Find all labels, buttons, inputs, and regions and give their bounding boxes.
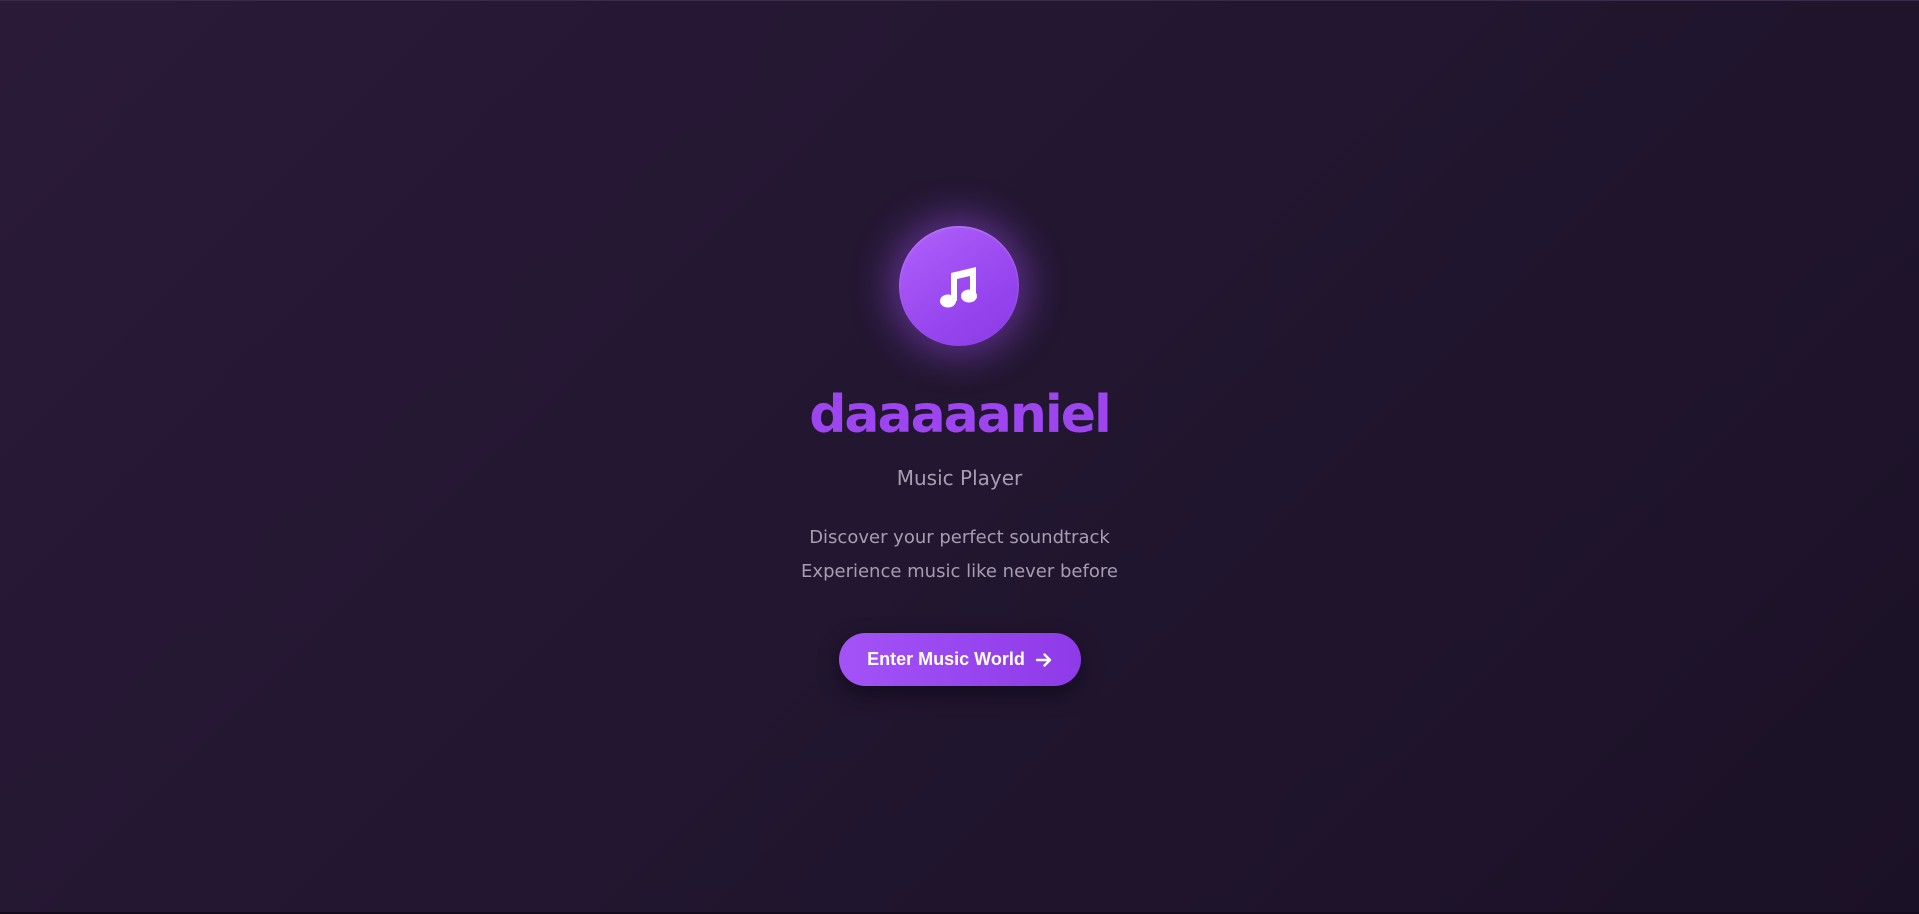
brand-title: daaaaaniel (809, 385, 1112, 445)
landing-hero: daaaaaniel Music Player Discover your pe… (0, 0, 1919, 914)
enter-button-label: Enter Music World (867, 649, 1025, 669)
music-note-icon (940, 267, 977, 308)
logo-badge (899, 226, 1019, 346)
arrow-right-icon (1035, 652, 1052, 667)
enter-music-world-button[interactable]: Enter Music World (839, 633, 1081, 686)
app-subtitle: Music Player (896, 466, 1023, 490)
tagline-primary: Discover your perfect soundtrack (809, 527, 1110, 548)
tagline-secondary: Experience music like never before (801, 561, 1118, 582)
